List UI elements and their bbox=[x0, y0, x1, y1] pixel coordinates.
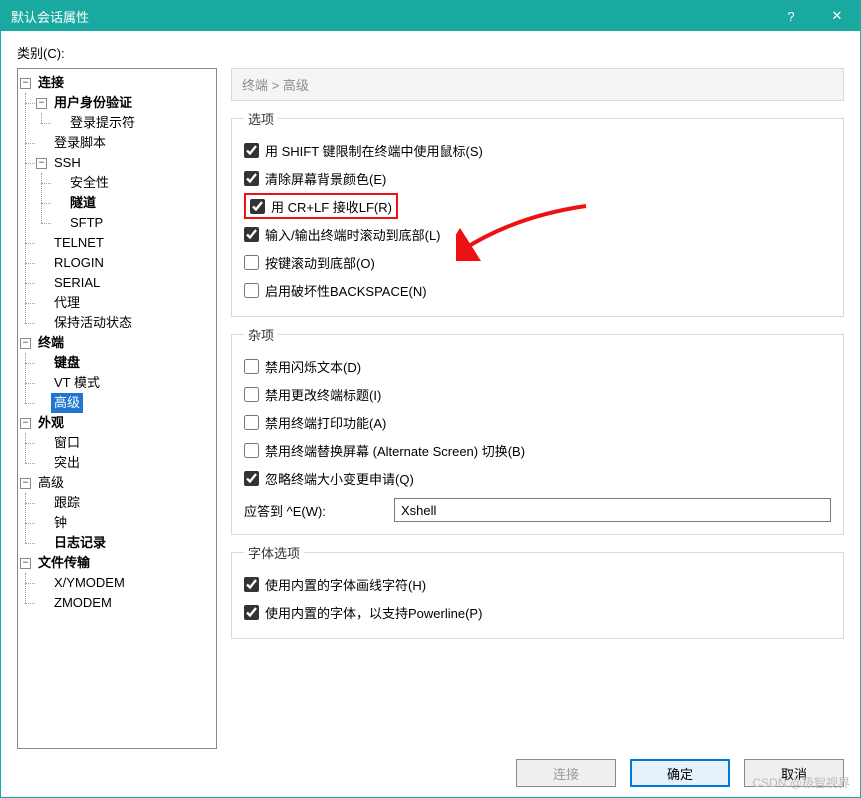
chk-disable-print[interactable] bbox=[244, 415, 259, 430]
close-button[interactable]: ✕ bbox=[814, 1, 860, 31]
category-label: 类别(C): bbox=[17, 43, 844, 62]
fonts-legend: 字体选项 bbox=[244, 543, 304, 562]
chk-scroll-key[interactable] bbox=[244, 255, 259, 270]
tree-auth[interactable]: 用户身份验证 bbox=[51, 93, 135, 113]
options-group: 选项 用 SHIFT 键限制在终端中使用鼠标(S) 清除屏幕背景颜色(E) 用 … bbox=[231, 109, 844, 317]
tree-advanced2[interactable]: 高级 bbox=[35, 473, 67, 493]
help-button[interactable]: ? bbox=[768, 1, 814, 31]
tree-vt-mode[interactable]: VT 模式 bbox=[51, 373, 103, 393]
expand-icon[interactable]: − bbox=[20, 78, 31, 89]
lbl-crlf: 用 CR+LF 接收LF(R) bbox=[271, 197, 392, 216]
chk-clear-bg[interactable] bbox=[244, 171, 259, 186]
tree-connection[interactable]: 连接 bbox=[35, 73, 67, 93]
tree-terminal[interactable]: 终端 bbox=[35, 333, 67, 353]
lbl-disable-title: 禁用更改终端标题(I) bbox=[265, 385, 381, 404]
category-tree[interactable]: −连接 −用户身份验证 登录提示符 登录脚本 −SSH bbox=[17, 68, 217, 749]
tree-file-transfer[interactable]: 文件传输 bbox=[35, 553, 93, 573]
tree-sftp[interactable]: SFTP bbox=[67, 213, 106, 233]
lbl-scroll-io: 输入/输出终端时滚动到底部(L) bbox=[265, 225, 441, 244]
tree-keepalive[interactable]: 保持活动状态 bbox=[51, 313, 135, 333]
lbl-clear-bg: 清除屏幕背景颜色(E) bbox=[265, 169, 386, 188]
tree-security[interactable]: 安全性 bbox=[67, 173, 112, 193]
chk-dest-backspace[interactable] bbox=[244, 283, 259, 298]
misc-legend: 杂项 bbox=[244, 325, 278, 344]
tree-ssh[interactable]: SSH bbox=[51, 153, 84, 173]
answerback-label: 应答到 ^E(W): bbox=[244, 501, 384, 520]
lbl-disable-blink: 禁用闪烁文本(D) bbox=[265, 357, 361, 376]
tree-trace[interactable]: 跟踪 bbox=[51, 493, 83, 513]
connect-button[interactable]: 连接 bbox=[516, 759, 616, 787]
expand-icon[interactable]: − bbox=[20, 338, 31, 349]
tree-advanced[interactable]: 高级 bbox=[51, 393, 83, 413]
tree-bell[interactable]: 钟 bbox=[51, 513, 70, 533]
window-title: 默认会话属性 bbox=[11, 7, 768, 26]
expand-icon[interactable]: − bbox=[36, 98, 47, 109]
dialog-footer: 连接 确定 取消 bbox=[17, 749, 844, 787]
tree-zmodem[interactable]: ZMODEM bbox=[51, 593, 115, 613]
answerback-input[interactable] bbox=[394, 498, 831, 522]
tree-serial[interactable]: SERIAL bbox=[51, 273, 103, 293]
lbl-disable-print: 禁用终端打印功能(A) bbox=[265, 413, 386, 432]
tree-highlight[interactable]: 突出 bbox=[51, 453, 83, 473]
tree-logging[interactable]: 日志记录 bbox=[51, 533, 109, 553]
cancel-button[interactable]: 取消 bbox=[744, 759, 844, 787]
tree-appearance[interactable]: 外观 bbox=[35, 413, 67, 433]
tree-window[interactable]: 窗口 bbox=[51, 433, 83, 453]
expand-icon[interactable]: − bbox=[36, 158, 47, 169]
chk-scroll-io[interactable] bbox=[244, 227, 259, 242]
chk-shift-mouse[interactable] bbox=[244, 143, 259, 158]
titlebar: 默认会话属性 ? ✕ bbox=[1, 1, 860, 31]
expand-icon[interactable]: − bbox=[20, 478, 31, 489]
chk-ignore-resize[interactable] bbox=[244, 471, 259, 486]
crlf-highlight: 用 CR+LF 接收LF(R) bbox=[244, 193, 398, 219]
lbl-disable-altscreen: 禁用终端替换屏幕 (Alternate Screen) 切换(B) bbox=[265, 441, 525, 460]
chk-disable-blink[interactable] bbox=[244, 359, 259, 374]
options-legend: 选项 bbox=[244, 109, 278, 128]
chk-crlf[interactable] bbox=[250, 199, 265, 214]
lbl-shift-mouse: 用 SHIFT 键限制在终端中使用鼠标(S) bbox=[265, 141, 483, 160]
chk-disable-altscreen[interactable] bbox=[244, 443, 259, 458]
tree-proxy[interactable]: 代理 bbox=[51, 293, 83, 313]
lbl-scroll-key: 按键滚动到底部(O) bbox=[265, 253, 375, 272]
tree-keyboard[interactable]: 键盘 bbox=[51, 353, 83, 373]
tree-rlogin[interactable]: RLOGIN bbox=[51, 253, 107, 273]
ok-button[interactable]: 确定 bbox=[630, 759, 730, 787]
expand-icon[interactable]: − bbox=[20, 558, 31, 569]
lbl-builtin-linedraw: 使用内置的字体画线字符(H) bbox=[265, 575, 426, 594]
expand-icon[interactable]: − bbox=[20, 418, 31, 429]
misc-group: 杂项 禁用闪烁文本(D) 禁用更改终端标题(I) 禁用终端打印功能(A) 禁用终… bbox=[231, 325, 844, 535]
chk-disable-title[interactable] bbox=[244, 387, 259, 402]
lbl-dest-backspace: 启用破坏性BACKSPACE(N) bbox=[265, 281, 427, 300]
tree-login-script[interactable]: 登录脚本 bbox=[51, 133, 109, 153]
fonts-group: 字体选项 使用内置的字体画线字符(H) 使用内置的字体，以支持Powerline… bbox=[231, 543, 844, 639]
chk-builtin-linedraw[interactable] bbox=[244, 577, 259, 592]
tree-telnet[interactable]: TELNET bbox=[51, 233, 107, 253]
chk-builtin-powerline[interactable] bbox=[244, 605, 259, 620]
lbl-builtin-powerline: 使用内置的字体，以支持Powerline(P) bbox=[265, 603, 482, 622]
tree-login-prompt[interactable]: 登录提示符 bbox=[67, 113, 138, 133]
breadcrumb: 终端 > 高级 bbox=[231, 68, 844, 101]
lbl-ignore-resize: 忽略终端大小变更申请(Q) bbox=[265, 469, 414, 488]
tree-tunnel[interactable]: 隧道 bbox=[67, 193, 99, 213]
tree-xymodem[interactable]: X/YMODEM bbox=[51, 573, 128, 593]
